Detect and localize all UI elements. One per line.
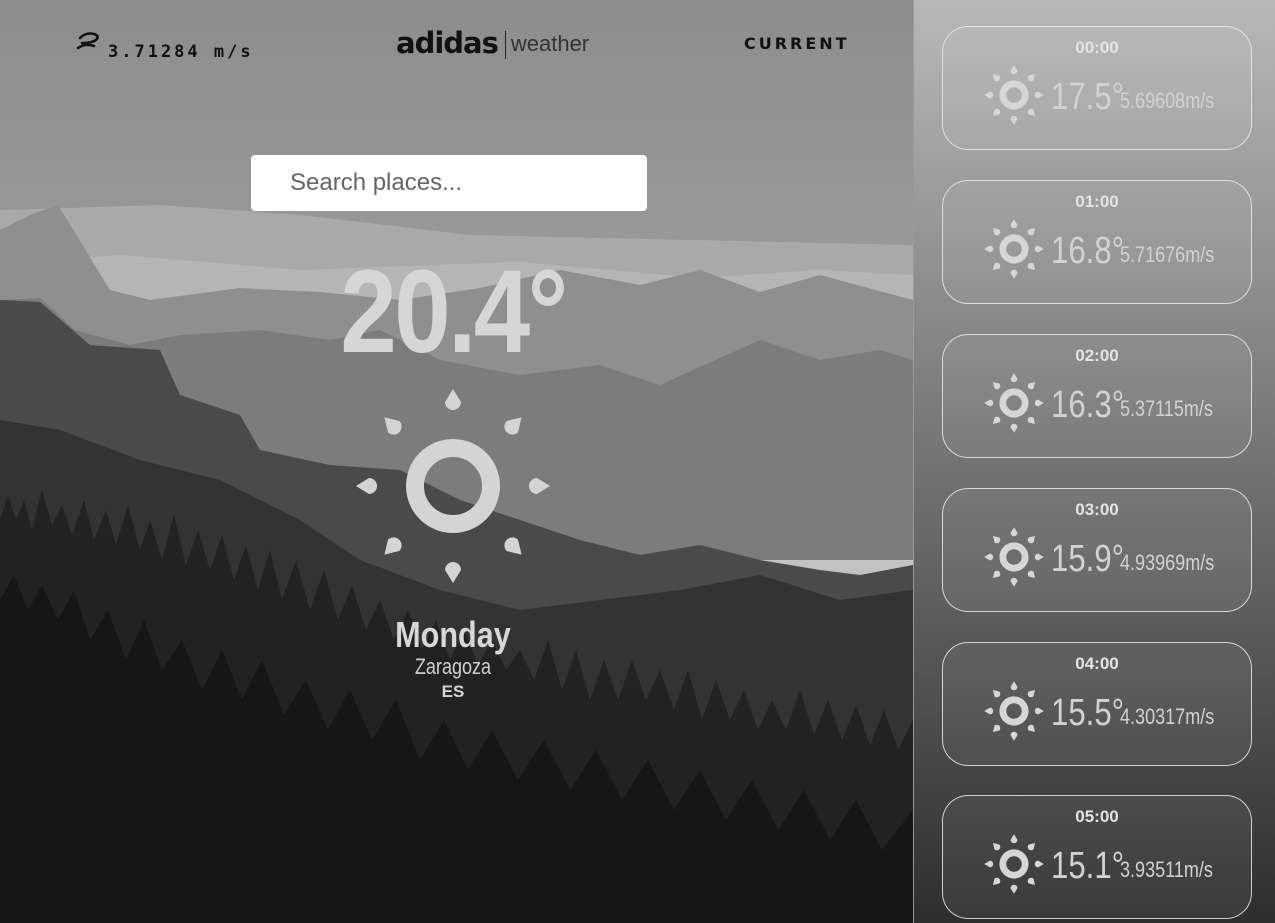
forecast-wind-speed: 5.37115m/s [1120, 396, 1213, 421]
forecast-temperature: 15.1° [1051, 845, 1125, 887]
wind-speed-value: 3.71284 m/s [108, 42, 254, 62]
brand-name: adidas [396, 26, 499, 60]
forecast-card[interactable]: 03:00 15.9° 4.93969m/s [942, 488, 1252, 612]
forecast-time: 05:00 [1075, 807, 1119, 826]
brand-subtitle: weather [510, 31, 590, 56]
city-name: Zaragoza [414, 654, 492, 679]
forecast-card[interactable]: 00:00 17.5° 5.69608m/s [942, 26, 1252, 150]
wind-icon [76, 32, 99, 50]
day-name: Monday [395, 614, 511, 655]
sun-icon [983, 372, 1045, 434]
forecast-wind-speed: 3.93511m/s [1120, 857, 1213, 882]
forecast-card[interactable]: 05:00 15.1° 3.93511m/s [942, 795, 1252, 919]
sun-icon [983, 64, 1045, 126]
forecast-time: 00:00 [1075, 38, 1119, 57]
current-tab[interactable]: CURRENT [744, 34, 850, 53]
forecast-temperature: 15.5° [1051, 692, 1125, 734]
hourly-forecast-panel[interactable]: 00:00 17.5° 5.69608m/s 01:00 16.8° 5.716… [913, 0, 1275, 923]
forecast-wind-speed: 5.71676m/s [1120, 242, 1215, 267]
wind-speed-indicator: 3.71284 m/s [76, 30, 254, 62]
forecast-wind-speed: 4.93969m/s [1120, 550, 1215, 575]
brand-divider [504, 31, 506, 59]
forecast-temperature: 17.5° [1051, 76, 1125, 118]
forecast-time: 03:00 [1075, 500, 1119, 519]
forecast-card[interactable]: 02:00 16.3° 5.37115m/s [942, 334, 1252, 458]
forecast-card[interactable]: 04:00 15.5° 4.30317m/s [942, 642, 1252, 766]
current-temperature: 20.4° [340, 246, 568, 378]
sun-icon [983, 218, 1045, 280]
sun-icon [983, 680, 1045, 742]
sun-icon [983, 833, 1045, 895]
forecast-temperature: 16.3° [1051, 384, 1125, 426]
brand-logo: adidas weather [396, 26, 589, 60]
country-code: ES [441, 682, 465, 701]
sun-icon [356, 389, 550, 583]
sun-icon [983, 526, 1045, 588]
forecast-temperature: 16.8° [1051, 230, 1125, 272]
forecast-time: 01:00 [1075, 192, 1119, 211]
forecast-card[interactable]: 01:00 16.8° 5.71676m/s [942, 180, 1252, 304]
forecast-wind-speed: 5.69608m/s [1120, 88, 1215, 113]
forecast-temperature: 15.9° [1051, 538, 1125, 580]
forecast-time: 02:00 [1075, 346, 1119, 365]
forecast-time: 04:00 [1075, 654, 1119, 673]
search-input[interactable] [251, 155, 647, 211]
forecast-wind-speed: 4.30317m/s [1120, 704, 1215, 729]
